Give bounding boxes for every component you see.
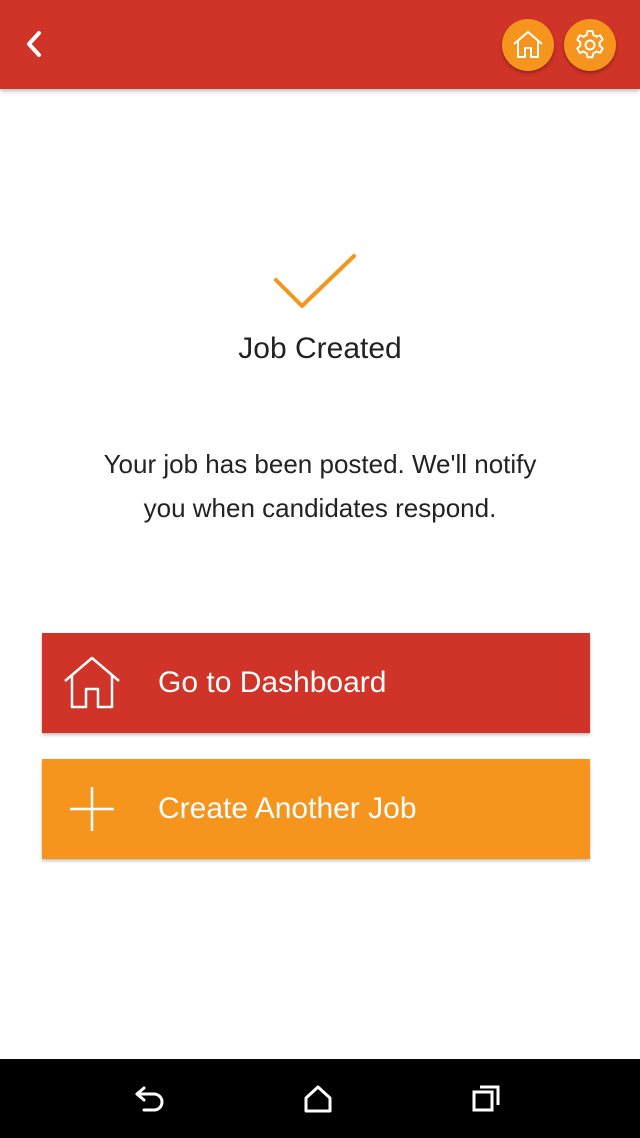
app-header: [0, 0, 640, 89]
go-to-dashboard-label: Go to Dashboard: [158, 666, 387, 699]
checkmark-icon: [274, 254, 356, 308]
page-title: Job Created: [238, 332, 402, 365]
system-recents-button[interactable]: [464, 1077, 508, 1121]
plus-icon: [70, 787, 114, 831]
system-back-button[interactable]: [129, 1077, 173, 1121]
go-to-dashboard-button[interactable]: Go to Dashboard: [42, 633, 590, 733]
chevron-left-icon: [27, 31, 41, 57]
dashboard-button-icon-wrap: [62, 653, 122, 713]
home-button[interactable]: [502, 19, 554, 71]
home-outline-icon: [304, 1085, 332, 1113]
back-arrow-icon: [135, 1086, 164, 1112]
back-button[interactable]: [14, 22, 54, 66]
create-another-job-label: Create Another Job: [158, 792, 417, 825]
create-another-job-button[interactable]: Create Another Job: [42, 759, 590, 859]
settings-button[interactable]: [564, 19, 616, 71]
gear-icon: [576, 30, 604, 59]
system-home-button[interactable]: [296, 1077, 340, 1121]
confirmation-message: Your job has been posted. We'll notify y…: [103, 449, 537, 523]
create-button-icon-wrap: [62, 779, 122, 839]
job-created-screen: Job Created Your job has been posted. We…: [0, 0, 640, 1138]
system-navigation-bar: [0, 1059, 640, 1138]
home-icon: [513, 31, 543, 58]
home-icon: [64, 656, 120, 709]
recents-icon: [472, 1085, 500, 1112]
